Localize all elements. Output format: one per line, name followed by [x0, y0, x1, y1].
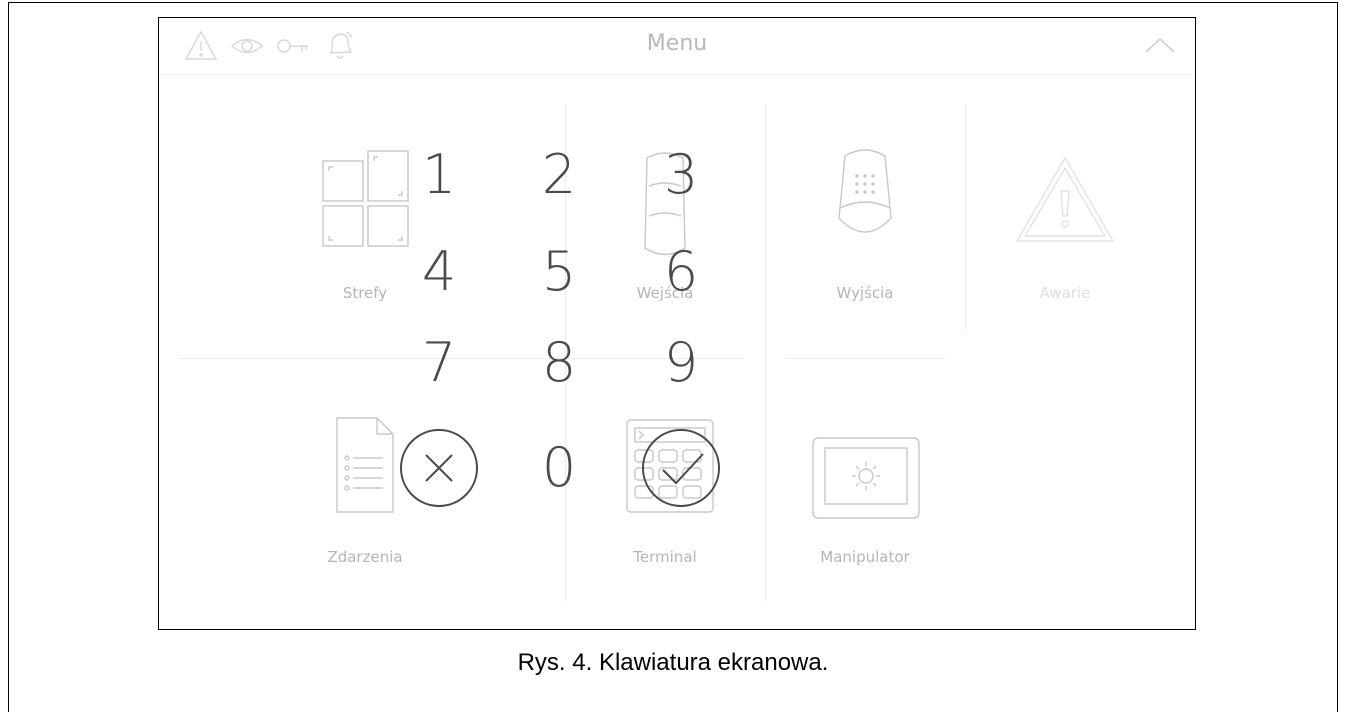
tile-label: Terminal [633, 548, 697, 566]
key-3[interactable]: 3 [631, 133, 731, 217]
cancel-circle-icon[interactable] [397, 426, 481, 510]
top-bar: Menu [159, 18, 1195, 75]
chevron-up-icon[interactable] [1143, 30, 1177, 60]
key-8[interactable]: 8 [509, 321, 609, 405]
tile-label: Wyjścia [836, 284, 894, 302]
confirm-check-icon[interactable] [639, 426, 723, 510]
tile-label: Awarie [1039, 284, 1091, 302]
tile-label: Zdarzenia [327, 548, 403, 566]
key-6[interactable]: 6 [631, 230, 731, 314]
key-0[interactable]: 0 [509, 426, 609, 510]
key-5[interactable]: 5 [509, 230, 609, 314]
gear-screen-icon [812, 437, 920, 519]
key-1[interactable]: 1 [389, 133, 489, 217]
key-2[interactable]: 2 [509, 133, 609, 217]
touchscreen: Menu Strefy Wejścia Wyjścia Awarie Zdarz… [158, 17, 1196, 630]
warning-triangle-icon [1015, 156, 1115, 242]
key-9[interactable]: 9 [631, 321, 731, 405]
siren-icon [838, 149, 892, 233]
screen-title: Menu [646, 31, 708, 56]
tile-wyjscia[interactable]: Wyjścia [765, 106, 965, 336]
grid-divider [785, 358, 945, 359]
tile-manipulator[interactable]: Manipulator [765, 370, 965, 600]
key-4[interactable]: 4 [389, 230, 489, 314]
tile-awarie[interactable]: Awarie [965, 106, 1165, 336]
key-7[interactable]: 7 [389, 321, 489, 405]
tile-label: Manipulator [820, 548, 910, 566]
figure-caption: Rys. 4. Klawiatura ekranowa. [517, 649, 829, 676]
